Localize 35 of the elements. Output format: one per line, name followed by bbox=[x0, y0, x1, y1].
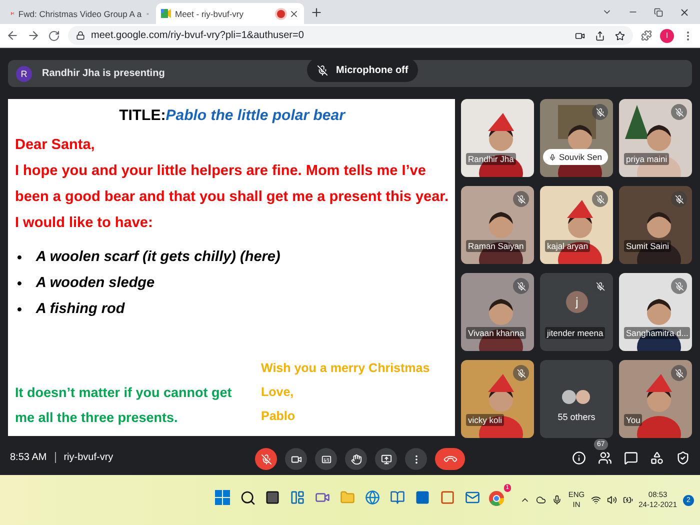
participant-name: kajal aryan bbox=[545, 240, 590, 252]
meeting-code: riy-bvuf-vry bbox=[64, 452, 114, 463]
closing-text: It doesn’t matter if you cannot get me all the three presents. bbox=[15, 384, 233, 427]
participant-name: Sanghamitra d... bbox=[624, 327, 690, 339]
toast-text: Microphone off bbox=[336, 64, 408, 76]
participant-name: Vivaan khanna bbox=[466, 327, 526, 339]
body-text: I hope you and your little helpers are fine. Mom tells me I’ve been a good bear and that you shall get me a present this year. I would like to have: bbox=[15, 162, 449, 233]
list-item: A fishing rod bbox=[36, 300, 126, 319]
url-text: meet.google.com/riy-bvuf-vry?pli=1&authuser=0 bbox=[91, 30, 304, 41]
bullet: • bbox=[17, 248, 22, 267]
signoff-text: Pablo bbox=[261, 408, 296, 425]
meeting-time: 8:53 AM bbox=[10, 452, 47, 463]
participant-name: jitender meena bbox=[545, 327, 606, 339]
address-bar[interactable]: meet.google.com/riy-bvuf-vry?pli=1&authuser=0 bbox=[68, 26, 633, 45]
participant-name: Sumit Saini bbox=[624, 240, 671, 252]
participant-name: Raman Saiyan bbox=[466, 240, 526, 252]
participant-name: priya maini bbox=[624, 153, 670, 165]
presenting-text: Randhir Jha is presenting bbox=[42, 68, 165, 79]
slide-title: TITLE:Pablo the little polar bear bbox=[118, 107, 347, 124]
avatar: j bbox=[566, 291, 588, 313]
bullet: • bbox=[17, 274, 22, 293]
participant-name: Souvik Sen bbox=[543, 149, 608, 165]
list-item: A wooden sledge bbox=[36, 274, 156, 293]
others-count: 55 others bbox=[556, 412, 596, 422]
bullet: • bbox=[17, 300, 22, 319]
browser-tab[interactable]: Meet - riy-bvuf-vry bbox=[156, 3, 304, 24]
signoff-text: Love, bbox=[261, 384, 295, 401]
participant-name: You bbox=[624, 414, 642, 426]
list-item: A woolen scarf (it gets chilly) (here) bbox=[36, 248, 282, 267]
participant-name: vicky koli bbox=[466, 414, 504, 426]
avatar: R bbox=[16, 66, 32, 82]
profile-avatar[interactable]: I bbox=[660, 28, 674, 42]
signoff-text: Wish you a merry Christmas bbox=[261, 360, 430, 377]
browser-tab[interactable]: Fwd: Christmas Video Group A a bbox=[6, 3, 154, 24]
greeting-text: Dear Santa, bbox=[15, 136, 96, 155]
